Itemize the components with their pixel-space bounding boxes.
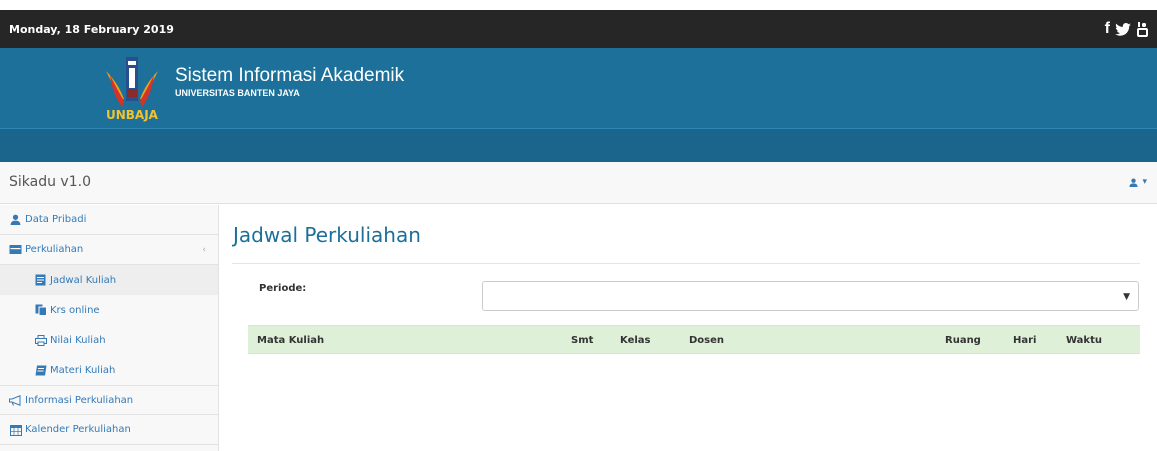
periode-label: Periode: [259,283,307,294]
user-menu[interactable]: ▾ [1129,177,1147,187]
top-bar: Monday, 18 February 2019 f [0,10,1157,48]
column-header-kelas: Kelas [620,335,651,346]
title-divider [232,263,1140,264]
calendar-icon [9,424,22,436]
sidebar-item-nilai-kuliah[interactable]: Nilai Kuliah [0,325,218,355]
print-icon [34,334,47,346]
sidebar-item-label: Kalender Perkuliahan [25,424,131,435]
book-icon [34,364,47,376]
sidebar-item-data-pribadi[interactable]: Data Pribadi [0,205,218,235]
sidebar-item-perkuliahan[interactable]: Perkuliahan ‹ [0,235,218,265]
column-header-smt: Smt [571,335,594,346]
user-icon [9,214,22,226]
sidebar-item-jadwal-kuliah[interactable]: Jadwal Kuliah [0,265,218,295]
sidebar-item-informasi-perkuliahan[interactable]: Informasi Perkuliahan [0,385,218,415]
sidebar-item-label: Informasi Perkuliahan [25,394,134,406]
sidebar: Data Pribadi Perkuliahan ‹ Jadwal Kuliah… [0,205,219,451]
schedule-icon [34,274,47,286]
periode-select[interactable]: ▼ [482,281,1139,311]
column-header-dosen: Dosen [689,335,725,346]
sidebar-item-krs-online[interactable]: Krs online [0,295,218,325]
page-title: Jadwal Perkuliahan [233,223,421,247]
current-date: Monday, 18 February 2019 [9,22,174,36]
sidebar-item-materi-kuliah[interactable]: Materi Kuliah [0,355,218,385]
chevron-down-icon: ▾ [1142,177,1147,187]
megaphone-icon [9,394,22,406]
university-logo: UNBAJA [106,57,159,122]
social-links: f [1105,20,1149,38]
sidebar-item-label: Data Pribadi [25,214,87,225]
sidebar-item-label: Krs online [50,304,100,316]
site-subtitle: UNIVERSITAS BANTEN JAYA [175,88,300,98]
site-title: Sistem Informasi Akademik [175,65,405,86]
schedule-table-header: Mata Kuliah Smt Kelas Dosen Ruang Hari W… [248,325,1140,354]
copy-icon [34,304,47,316]
sidebar-item-kalender-perkuliahan[interactable]: Kalender Perkuliahan [0,415,218,445]
youtube-icon[interactable] [1136,21,1149,38]
user-icon [1129,178,1139,187]
column-header-waktu: Waktu [1066,335,1102,346]
navbar: Sikadu v1.0 ▾ [0,162,1157,204]
chevron-down-icon: ▼ [1123,292,1130,302]
folder-icon [9,244,22,256]
chevron-left-icon: ‹ [202,244,206,255]
twitter-icon[interactable] [1115,22,1131,36]
site-banner: UNBAJA Sistem Informasi Akademik UNIVERS… [0,48,1157,162]
logo-text: UNBAJA [106,108,159,122]
facebook-icon[interactable]: f [1105,20,1110,38]
column-header-hari: Hari [1013,335,1037,346]
column-header-mata-kuliah: Mata Kuliah [257,335,325,346]
column-header-ruang: Ruang [945,335,981,346]
sidebar-item-label: Materi Kuliah [50,364,116,376]
sidebar-item-label: Jadwal Kuliah [50,274,117,286]
sidebar-item-label: Nilai Kuliah [50,334,106,346]
banner-strip [0,128,1157,162]
app-brand[interactable]: Sikadu v1.0 [9,174,91,190]
sidebar-item-label: Perkuliahan [25,244,84,255]
